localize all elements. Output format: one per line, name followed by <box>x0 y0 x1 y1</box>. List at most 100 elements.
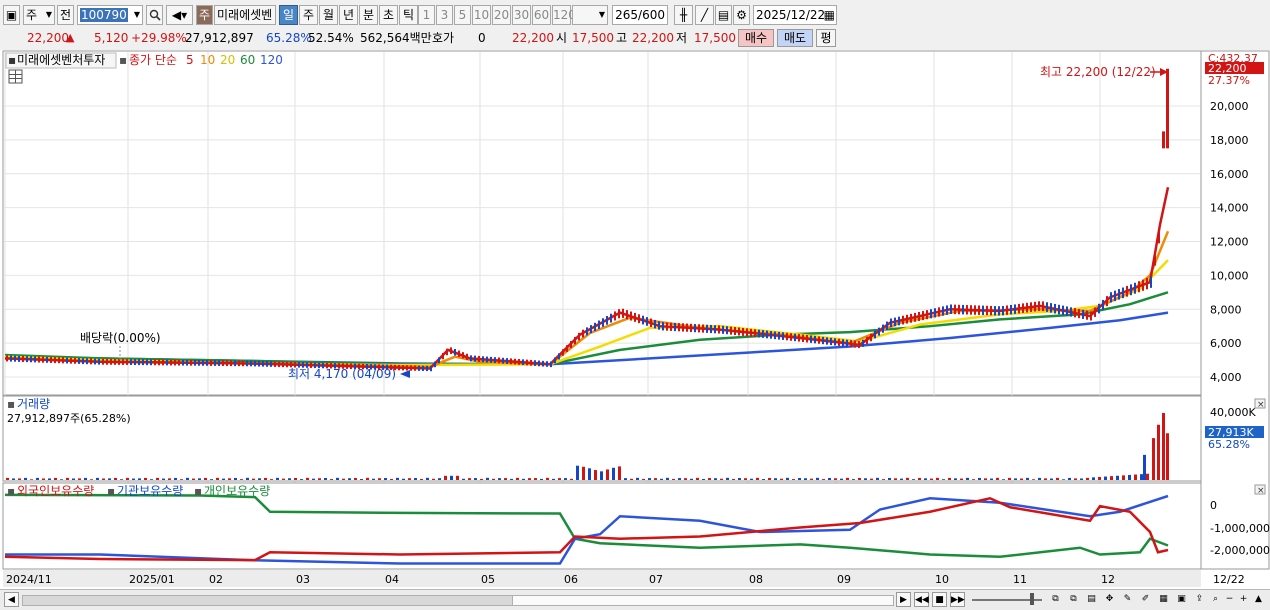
period-year[interactable]: 년 <box>339 5 358 25</box>
candle <box>850 340 852 348</box>
candle <box>1130 284 1132 296</box>
candle <box>1134 282 1136 294</box>
period-tick[interactable]: 틱 <box>399 5 418 25</box>
volume-bar <box>960 478 963 480</box>
candle <box>38 356 40 363</box>
volume-bar <box>318 478 321 480</box>
zoom-in-icon[interactable]: + <box>1236 592 1251 607</box>
volume-bar <box>216 477 219 480</box>
minute-3[interactable]: 3 <box>436 5 453 25</box>
high-label: 고 <box>616 31 628 45</box>
candle <box>706 324 708 333</box>
candle <box>1118 289 1120 300</box>
layout-icon[interactable]: ▣ <box>3 5 20 25</box>
candle <box>598 320 600 329</box>
minute-120[interactable]: 120 <box>552 5 576 25</box>
grid-icon[interactable]: ▦ <box>1156 592 1171 607</box>
chart-copy-icon[interactable]: ⧉ <box>1066 592 1081 607</box>
volume-bar <box>510 478 513 480</box>
stock-badge: 주 <box>196 5 213 25</box>
pen-icon[interactable]: ✐ <box>1138 592 1153 607</box>
period-month[interactable]: 월 <box>319 5 338 25</box>
bar-count-input[interactable]: 265/600 <box>612 5 668 25</box>
minute-60[interactable]: 60 <box>532 5 551 25</box>
move-up-icon[interactable]: ▲ <box>1251 592 1266 607</box>
zoom-out-icon[interactable]: − <box>1222 592 1237 607</box>
search-icon[interactable] <box>146 5 163 25</box>
candle <box>682 323 684 332</box>
candle <box>18 355 20 362</box>
stock-chart[interactable]: ▪ 미래에셋벤처투자 ▪ 종가 단순 5 10 20 60 120 최고 22,… <box>0 50 1270 589</box>
scroll-left-icon[interactable]: ◀ <box>4 592 19 607</box>
minute-5[interactable]: 5 <box>454 5 471 25</box>
volume-bar <box>918 477 921 480</box>
volume-bar <box>540 478 543 480</box>
line-tool-icon[interactable]: ╱ <box>695 5 714 25</box>
minute-1[interactable]: 1 <box>418 5 435 25</box>
candle <box>42 356 44 363</box>
draw-icon[interactable]: ✎ <box>1120 592 1135 607</box>
volume-bar <box>726 477 729 480</box>
candle <box>190 359 192 366</box>
export-icon[interactable]: ⇪ <box>1192 592 1207 607</box>
volume-bar <box>294 477 297 480</box>
candle-icon[interactable]: ╫ <box>674 5 693 25</box>
interval-select[interactable]: ▼ <box>572 5 608 25</box>
rewind-icon[interactable]: ◀◀ <box>914 592 929 607</box>
period-week[interactable]: 주 <box>299 5 318 25</box>
volume-bar <box>558 478 561 480</box>
candle <box>466 353 468 360</box>
date-value: 2025/12/22 <box>756 8 826 22</box>
volume-bar <box>282 478 285 480</box>
scrollbar-track[interactable] <box>22 595 514 606</box>
forward-icon[interactable]: ▶▶ <box>950 592 965 607</box>
crosshair-icon[interactable]: ✥ <box>1102 592 1117 607</box>
candle <box>582 329 584 338</box>
scrollbar-thumb[interactable] <box>512 595 894 606</box>
volume-bar <box>384 478 387 480</box>
candle <box>1030 302 1032 312</box>
candle <box>22 355 24 362</box>
volume-bar <box>144 477 147 480</box>
volume-bar <box>1143 454 1146 480</box>
gear-icon[interactable]: ⚙ <box>733 5 750 25</box>
speaker-icon[interactable]: ◀▾ <box>166 5 193 25</box>
zoom-slider-handle[interactable] <box>1030 593 1034 605</box>
volume-bar <box>672 478 675 480</box>
minute-10[interactable]: 10 <box>472 5 491 25</box>
buy-button[interactable]: 매수 <box>738 29 774 47</box>
scroll-right-icon[interactable]: ▶ <box>896 592 911 607</box>
candle <box>70 357 72 364</box>
minute-30[interactable]: 30 <box>512 5 531 25</box>
candle <box>742 327 744 336</box>
save-icon[interactable]: ▤ <box>715 5 732 25</box>
current-price: 22,200 <box>27 31 69 45</box>
volume-bar <box>162 478 165 480</box>
avg-button[interactable]: 평 <box>816 29 836 47</box>
candle <box>14 355 16 362</box>
volume-panel <box>2 395 1202 482</box>
market-select[interactable]: 주 ▼ <box>23 5 55 25</box>
volume-pct-tag: 65.28% <box>1208 438 1250 451</box>
code-input[interactable]: 100790 ▼ <box>77 5 143 25</box>
copy-icon[interactable]: ⧉ <box>1048 592 1063 607</box>
candle <box>1046 302 1048 312</box>
stop-icon[interactable]: ■ <box>932 592 947 607</box>
market-alt-button[interactable]: 전 <box>57 5 74 25</box>
window-icon[interactable]: ▣ <box>1174 592 1189 607</box>
price-axis-label: 8,000 <box>1210 303 1242 316</box>
candle <box>998 306 1000 316</box>
candle <box>86 358 88 365</box>
minute-20[interactable]: 20 <box>492 5 511 25</box>
candle <box>430 365 432 372</box>
print-icon[interactable]: ▤ <box>1084 592 1099 607</box>
candle <box>754 329 756 338</box>
sell-button[interactable]: 매도 <box>777 29 813 47</box>
candle <box>654 319 656 329</box>
period-minute[interactable]: 분 <box>359 5 378 25</box>
date-input[interactable]: 2025/12/22 ▦ <box>753 5 837 25</box>
candle <box>766 330 768 339</box>
period-day[interactable]: 일 <box>279 5 298 25</box>
magnify-icon[interactable]: ⌕ <box>1208 592 1223 607</box>
period-second[interactable]: 초 <box>379 5 398 25</box>
